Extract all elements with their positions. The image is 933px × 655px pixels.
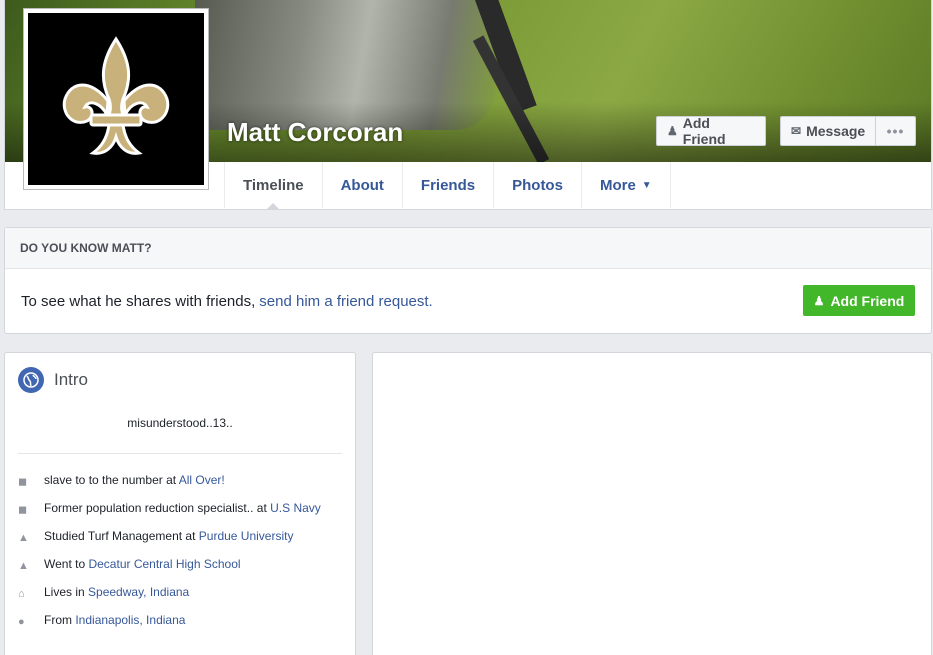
add-friend-button[interactable]: ♟ Add Friend [656, 115, 766, 147]
list-item: ▲ Studied Turf Management at Purdue Univ… [18, 528, 338, 547]
profile-name[interactable]: Matt Corcoran [227, 117, 403, 148]
briefcase-icon: ◼ [18, 476, 28, 488]
profile-tabs: Timeline About Friends Photos More ▼ [224, 162, 671, 209]
map-pin-icon: ● [18, 616, 25, 628]
intro-bio: misunderstood..13.. [127, 416, 233, 430]
message-button[interactable]: ✉ Message [780, 116, 876, 146]
list-item: ⌂ Lives in Speedway, Indiana [18, 584, 338, 603]
intro-link[interactable]: Decatur Central High School [88, 557, 240, 571]
list-item: ● From Indianapolis, Indiana [18, 612, 338, 631]
intro-link[interactable]: Indianapolis, Indiana [75, 613, 185, 627]
friend-request-link[interactable]: send him a friend request. [259, 293, 432, 310]
intro-list: ◼ slave to to the number at All Over! ◼ … [18, 472, 338, 640]
intro-link[interactable]: Purdue University [199, 529, 294, 543]
list-item: ▲ Went to Decatur Central High School [18, 556, 338, 575]
profile-header: Matt Corcoran ♟ Add Friend ✉ Message •••… [4, 0, 932, 210]
add-friend-icon: ♟ [667, 124, 678, 138]
tab-about[interactable]: About [321, 162, 402, 208]
briefcase-icon: ◼ [18, 504, 28, 516]
list-item: ◼ Former population reduction specialist… [18, 500, 338, 519]
graduation-cap-icon: ▲ [18, 532, 29, 544]
tab-more[interactable]: More ▼ [580, 162, 671, 208]
intro-link[interactable]: All Over! [179, 473, 225, 487]
intro-link[interactable]: Speedway, Indiana [88, 585, 189, 599]
do-you-know-card: DO YOU KNOW MATT? To see what he shares … [4, 227, 932, 334]
list-item: ◼ slave to to the number at All Over! [18, 472, 338, 491]
home-icon: ⌂ [18, 588, 25, 600]
fleur-de-lis-logo [62, 36, 170, 155]
tab-timeline[interactable]: Timeline [224, 162, 322, 209]
add-friend-green-button[interactable]: ♟ Add Friend [803, 285, 915, 316]
intro-link[interactable]: U.S Navy [270, 501, 321, 515]
tab-photos[interactable]: Photos [493, 162, 581, 208]
ellipsis-icon: ••• [886, 123, 905, 139]
add-friend-icon: ♟ [813, 293, 825, 308]
profile-picture[interactable] [23, 8, 209, 190]
more-options-button[interactable]: ••• [875, 116, 916, 146]
graduation-cap-icon: ▲ [18, 560, 29, 572]
do-you-know-text: To see what he shares with friends, [21, 292, 256, 310]
timeline-feed [372, 352, 932, 655]
intro-card: Intro misunderstood..13.. ◼ slave to to … [4, 352, 356, 655]
message-icon: ✉ [791, 124, 802, 138]
intro-title: Intro [54, 370, 89, 389]
do-you-know-heading: DO YOU KNOW MATT? [5, 228, 931, 269]
divider [18, 453, 342, 454]
caret-down-icon: ▼ [641, 179, 652, 191]
tab-friends[interactable]: Friends [401, 162, 493, 208]
globe-icon [18, 367, 44, 393]
